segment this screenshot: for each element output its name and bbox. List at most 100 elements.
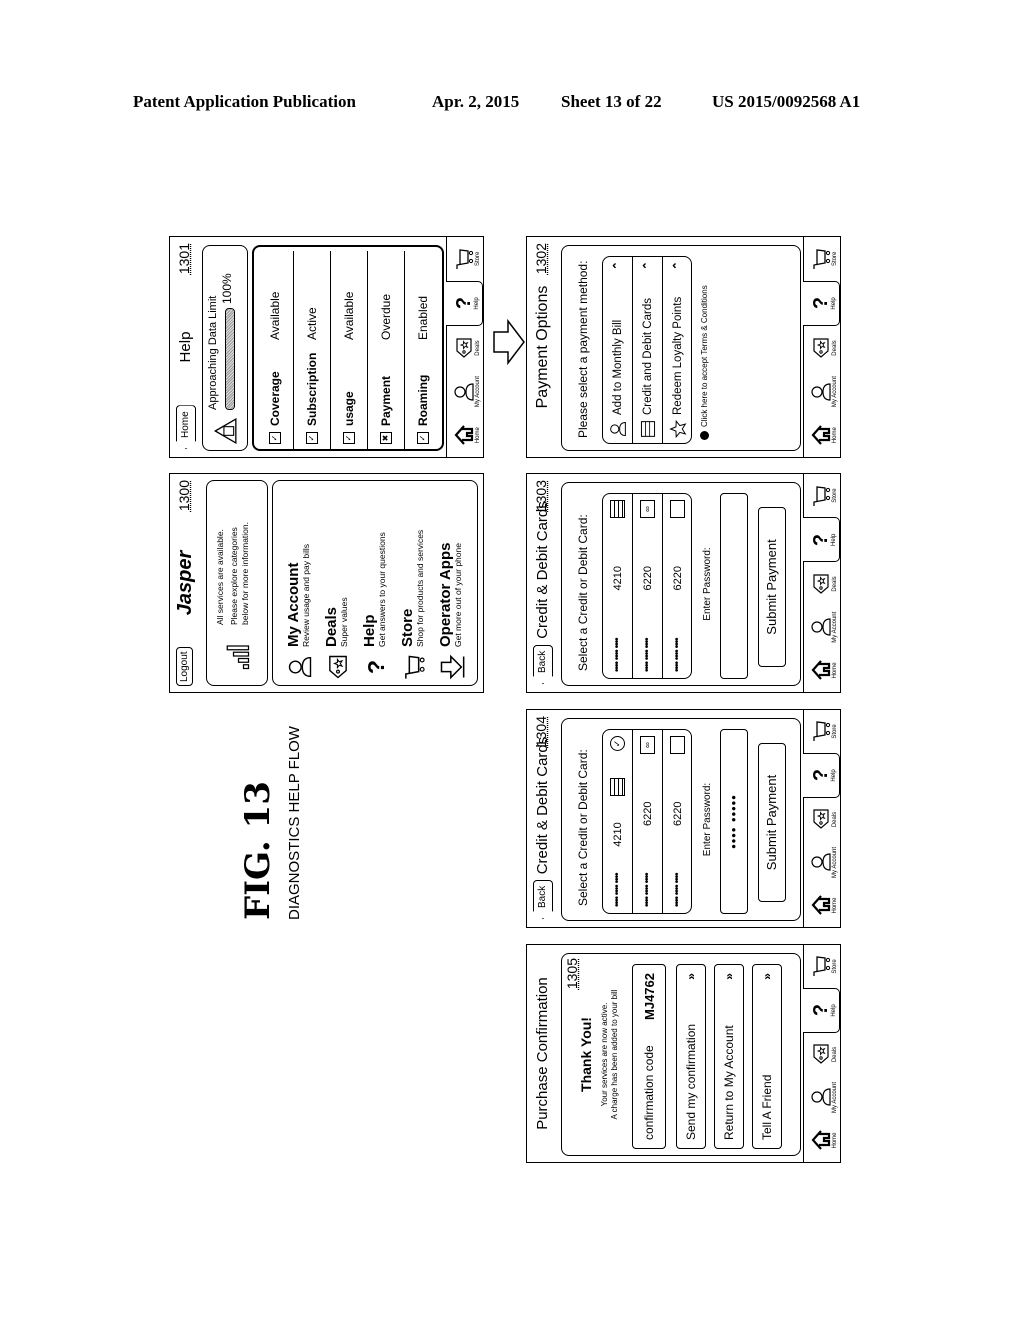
data-usage-fill: [226, 309, 234, 409]
accept-icon: [700, 431, 709, 440]
submit-payment-button[interactable]: Submit Payment: [758, 743, 786, 902]
card-last4: 6220: [641, 565, 654, 591]
screen-1303-cards: Back Credit & Debit Cards 1303 Select a …: [526, 473, 841, 693]
card-number-masked: •••• •••• ••••: [642, 873, 653, 907]
screen-title: Purchase Confirmation: [534, 977, 551, 1130]
tab-my-account[interactable]: My Account: [804, 841, 840, 884]
menu-item-subtitle: Review usage and pay bills: [301, 543, 311, 647]
diagnostic-item[interactable]: ✓ Coverage Available: [257, 251, 294, 449]
card-item[interactable]: •••• •••• •••• 6220: [663, 494, 692, 678]
question-icon: [809, 528, 831, 552]
cards-list: •••• •••• •••• 4210 ✓ •••• •••• •••• 6220 ∞ ••…: [602, 729, 692, 914]
menu-item-store[interactable]: Store Shop for products and services: [395, 485, 433, 681]
diagnostic-item[interactable]: ✖ Payment Overdue: [368, 251, 405, 449]
question-icon: [452, 291, 474, 315]
password-input[interactable]: •••• •••••: [720, 729, 748, 914]
tab-help[interactable]: Help: [446, 280, 483, 327]
menu-item-title: Deals: [323, 606, 340, 647]
card-item[interactable]: •••• •••• •••• 4210 ✓: [603, 730, 633, 913]
tab-label: Home: [832, 1132, 838, 1149]
diagnostic-item[interactable]: ✓ Subscription Active: [294, 251, 331, 449]
cart-icon: [401, 653, 427, 681]
tab-store[interactable]: Store: [447, 237, 483, 281]
diagnostic-status: Enabled: [416, 295, 430, 340]
menu-item-deals[interactable]: Deals Super values: [319, 485, 357, 681]
chevron-right-icon: »: [684, 973, 698, 980]
expand-icon: ⌃: [672, 261, 684, 271]
cart-icon: [453, 247, 475, 271]
question-icon: [809, 764, 831, 788]
menu-item-my-account[interactable]: My Account Review usage and pay bills: [281, 485, 319, 681]
tab-my-account[interactable]: My Account: [447, 370, 483, 414]
cards-list: •••• •••• •••• 4210 •••• •••• •••• 6220 ∞ •••…: [602, 493, 692, 679]
tab-deals[interactable]: Deals: [804, 798, 840, 841]
status-text: All services are available.: [215, 529, 225, 625]
payment-option[interactable]: Credit and Debit Cards ⌃: [633, 257, 663, 443]
tab-home[interactable]: Home: [804, 884, 840, 927]
top-bar: Purchase Confirmation: [527, 945, 557, 1162]
card-item[interactable]: •••• •••• •••• 4210: [603, 494, 633, 678]
main-menu: My Account Review usage and pay bills Deal…: [272, 480, 478, 686]
tab-label: Store: [832, 724, 838, 739]
tab-help[interactable]: Help: [803, 753, 840, 798]
card-item[interactable]: •••• •••• •••• 6220 ∞: [633, 494, 663, 678]
diagnostic-label: Subscription: [305, 352, 319, 426]
tab-store[interactable]: Store: [804, 710, 840, 753]
action-button-return-to-my-account[interactable]: Return to My Account »: [714, 964, 744, 1149]
tab-help[interactable]: Help: [803, 988, 840, 1033]
tab-label: Home: [832, 427, 838, 444]
confirmation-code-box: confirmation code MJ4762: [632, 964, 666, 1149]
chevron-right-icon: »: [722, 973, 736, 980]
action-button-tell-a-friend[interactable]: Tell A Friend »: [752, 964, 782, 1149]
card-last4: 4210: [611, 822, 624, 847]
check-icon: ✓: [343, 432, 355, 444]
tab-store[interactable]: Store: [804, 474, 840, 517]
tab-bar: Home My Account Deals Help Store: [803, 710, 840, 927]
tab-bar: Home My Account Deals Help Store: [803, 474, 840, 692]
tab-label: Help: [831, 1004, 837, 1017]
download-icon: [439, 653, 465, 681]
payment-option[interactable]: Add to Monthly Bill ⌃: [603, 257, 633, 443]
tab-label: Deals: [832, 811, 838, 828]
password-input[interactable]: [720, 493, 748, 679]
tab-deals[interactable]: Deals: [804, 562, 840, 605]
tab-home[interactable]: Home: [804, 649, 840, 692]
tab-my-account[interactable]: My Account: [804, 1076, 840, 1119]
tab-store[interactable]: Store: [804, 945, 840, 988]
submit-payment-button[interactable]: Submit Payment: [758, 507, 786, 667]
diagnostic-item[interactable]: ✓ Roaming Enabled: [405, 251, 441, 449]
tab-bar: Home My Account Deals Help Store: [803, 237, 840, 457]
tab-help[interactable]: Help: [803, 280, 840, 327]
tab-deals[interactable]: Deals: [804, 326, 840, 370]
payment-option[interactable]: Redeem Loyalty Points ⌃: [663, 257, 692, 443]
menu-item-operator-apps[interactable]: Operator Apps Get more out of your phone: [433, 485, 471, 681]
alert-text: Approaching Data Limit: [207, 295, 219, 410]
cards-panel: Select a Credit or Debit Card: •••• ••••…: [561, 718, 801, 921]
tab-home[interactable]: Home: [804, 413, 840, 457]
tab-my-account[interactable]: My Account: [804, 606, 840, 649]
data-limit-alert: Approaching Data Limit 100%: [202, 245, 248, 451]
terms-link[interactable]: Click here to accept Terms & Conditions: [700, 285, 709, 440]
tab-deals[interactable]: Deals: [804, 1033, 840, 1076]
cards-panel: Select a Credit or Debit Card: •••• ••••…: [561, 482, 801, 686]
user-icon: [810, 615, 832, 639]
tab-home[interactable]: Home: [447, 413, 483, 457]
action-label: Tell A Friend: [760, 1074, 774, 1140]
tab-store[interactable]: Store: [804, 237, 840, 281]
diagnostic-item[interactable]: ✓ usage Available: [331, 251, 368, 449]
card-item[interactable]: •••• •••• •••• 6220: [663, 730, 692, 913]
tab-deals[interactable]: Deals: [447, 326, 483, 370]
flow-arrow-icon: [493, 318, 525, 366]
cart-icon: [810, 484, 832, 508]
card-item[interactable]: •••• •••• •••• 6220 ∞: [633, 730, 663, 913]
tab-help[interactable]: Help: [803, 517, 840, 563]
menu-item-title: Help: [361, 614, 378, 647]
menu-item-help[interactable]: Help Get answers to your questions: [357, 485, 395, 681]
card-number-masked: •••• •••• ••••: [672, 638, 683, 672]
tab-my-account[interactable]: My Account: [804, 370, 840, 414]
action-button-send-my-confirmation[interactable]: Send my confirmation »: [676, 964, 706, 1149]
tab-home[interactable]: Home: [804, 1119, 840, 1162]
sheet-number: Sheet 13 of 22: [561, 92, 662, 111]
check-icon: ✓: [306, 432, 318, 444]
card-number-masked: •••• •••• ••••: [642, 638, 653, 672]
